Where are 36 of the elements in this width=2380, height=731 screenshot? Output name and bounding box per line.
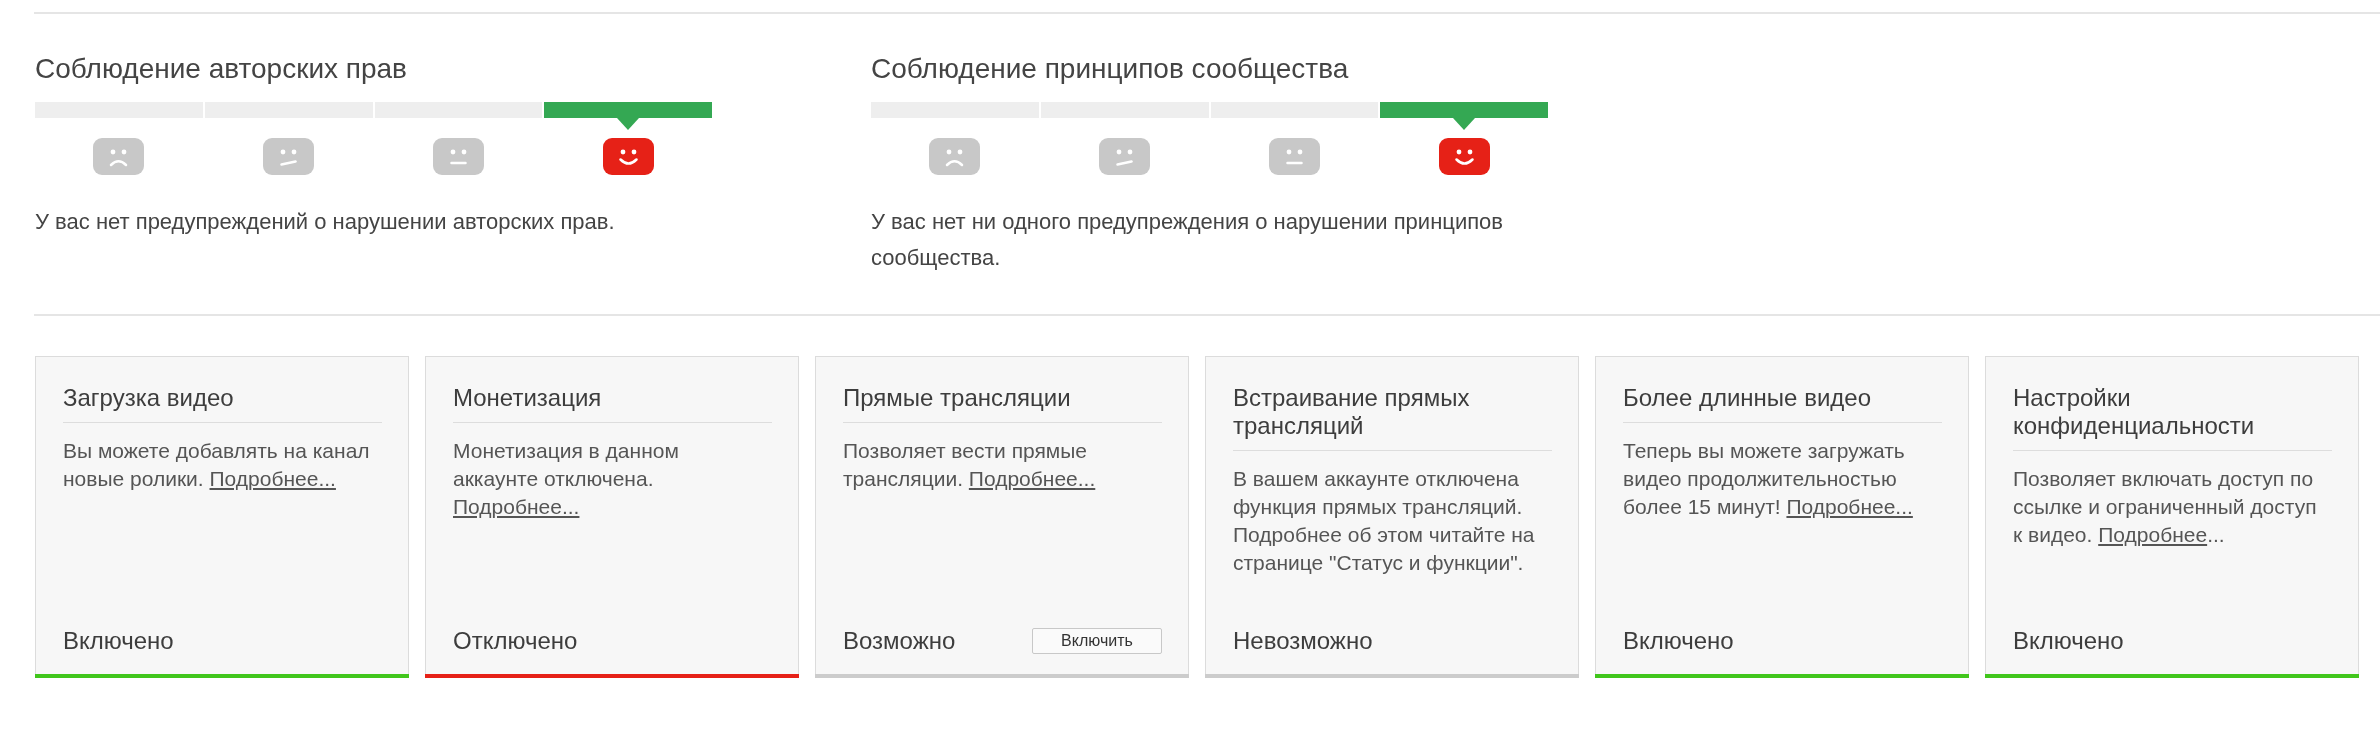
card-title: Загрузка видео — [63, 384, 235, 412]
feature-description: В вашем аккаунте отключена функция прямых трансляций. Подробнее об этом читайте на странице "Статус и функции". — [1233, 466, 1536, 576]
status-label: Включено — [1623, 627, 1734, 655]
more-link[interactable]: Подробнее... — [209, 467, 336, 490]
status-label: Возможно — [843, 627, 956, 655]
feature-description: Монетизация в данном аккаунте отключена. Подробнее... — [453, 438, 680, 520]
feature-description: Позволяет вести прямые трансляции. Подробнее... — [843, 438, 1097, 492]
skeptical-face-icon — [263, 138, 315, 175]
sad-face-icon — [93, 138, 145, 175]
more-link[interactable]: Подробнее — [2098, 523, 2208, 546]
enable-button[interactable]: Включить — [1032, 628, 1162, 654]
neutral-face-icon — [1268, 138, 1320, 175]
more-link[interactable]: Подробнее... — [453, 495, 580, 518]
feature-description: Позволяет включать доступ по ссылке и ограниченный доступ к видео. Подробнее... — [2013, 466, 2318, 548]
neutral-face-icon — [432, 138, 484, 175]
more-link[interactable]: Подробнее... — [1786, 495, 1913, 518]
card-title: Монетизация — [453, 384, 603, 412]
card-title: Прямые трансляции — [843, 384, 1072, 412]
feature-description: Теперь вы можете загружать видео продолжительностью более 15 минут! Подробнее... — [1623, 438, 1914, 520]
status-label: Невозможно — [1233, 627, 1373, 655]
skeptical-face-icon — [1099, 138, 1151, 175]
section-title: Соблюдение принципов сообщества — [871, 53, 1350, 85]
card-title: Более длинные видео — [1623, 384, 1872, 412]
status-message: У вас нет ни одного предупреждения о нарушении принципов сообщества. — [871, 208, 1505, 272]
smiley-face-icon — [602, 138, 654, 175]
feature-description: Вы можете добавлять на канал новые ролики. Подробнее... — [63, 438, 371, 492]
smiley-face-icon — [1438, 138, 1490, 175]
section-title: Соблюдение авторских прав — [35, 53, 408, 85]
status-label: Включено — [2013, 627, 2124, 655]
status-label: Отключено — [453, 627, 578, 655]
more-link[interactable]: Подробнее... — [968, 467, 1096, 490]
card-title: Встраивание прямых трансляций — [1233, 384, 1471, 440]
card-title: Настройки конфиденциальности — [2013, 384, 2256, 440]
sad-face-icon — [929, 138, 981, 175]
status-message: У вас нет предупреждений о нарушении авторских прав. — [35, 208, 616, 236]
status-label: Включено — [63, 627, 174, 655]
